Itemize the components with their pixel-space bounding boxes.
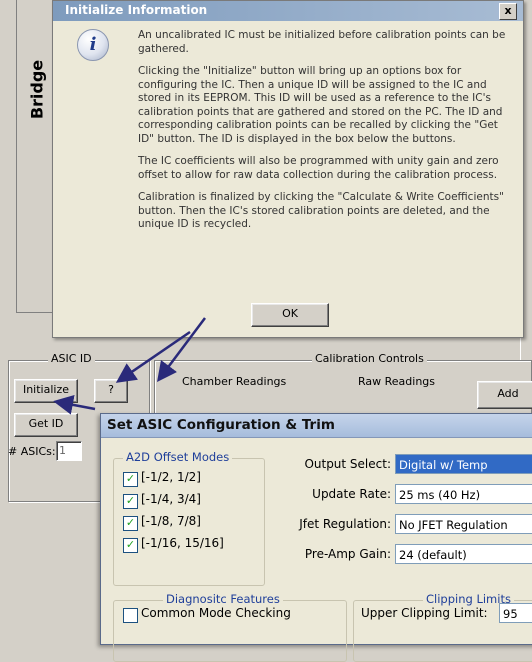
- arrow-to-help-button: [115, 330, 191, 383]
- common-mode-checkbox[interactable]: [123, 608, 138, 623]
- a2d-checkbox[interactable]: ✓: [123, 494, 138, 509]
- config-dialog-titlebar: Set ASIC Configuration & Trim: [101, 414, 532, 438]
- output-select-dropdown[interactable]: Digital w/ Temp: [395, 454, 532, 474]
- a2d-checkbox[interactable]: ✓: [123, 472, 138, 487]
- asic-configuration-dialog: Set ASIC Configuration & Trim A2D Offset…: [100, 413, 532, 662]
- a2d-option-label: [-1/16, 15/16]: [141, 536, 224, 550]
- update-rate-label: Update Rate:: [312, 487, 391, 501]
- common-mode-label: Common Mode Checking: [141, 606, 291, 620]
- a2d-option-label: [-1/2, 1/2]: [141, 470, 201, 484]
- jfet-regulation-label: Jfet Regulation:: [299, 517, 391, 531]
- a2d-offset-modes-title: A2D Offset Modes: [123, 450, 233, 464]
- update-rate-dropdown[interactable]: 25 ms (40 Hz): [395, 484, 532, 504]
- a2d-checkbox[interactable]: ✓: [123, 538, 138, 553]
- a2d-checkbox[interactable]: ✓: [123, 516, 138, 531]
- arrow-to-initialize-button: [53, 394, 96, 415]
- config-dialog-title: Set ASIC Configuration & Trim: [107, 417, 335, 433]
- diagnostic-features-title: Diagnositc Features: [163, 592, 283, 606]
- preamp-gain-label: Pre-Amp Gain:: [304, 547, 391, 561]
- preamp-gain-dropdown[interactable]: 24 (default): [395, 544, 532, 564]
- upper-clipping-limit-label: Upper Clipping Limit:: [361, 606, 488, 620]
- a2d-option-label: [-1/4, 3/4]: [141, 492, 201, 506]
- a2d-option-label: [-1/8, 7/8]: [141, 514, 201, 528]
- upper-clipping-limit-input[interactable]: 95: [499, 603, 532, 623]
- jfet-regulation-dropdown[interactable]: No JFET Regulation: [395, 514, 532, 534]
- output-select-label: Output Select:: [304, 457, 391, 471]
